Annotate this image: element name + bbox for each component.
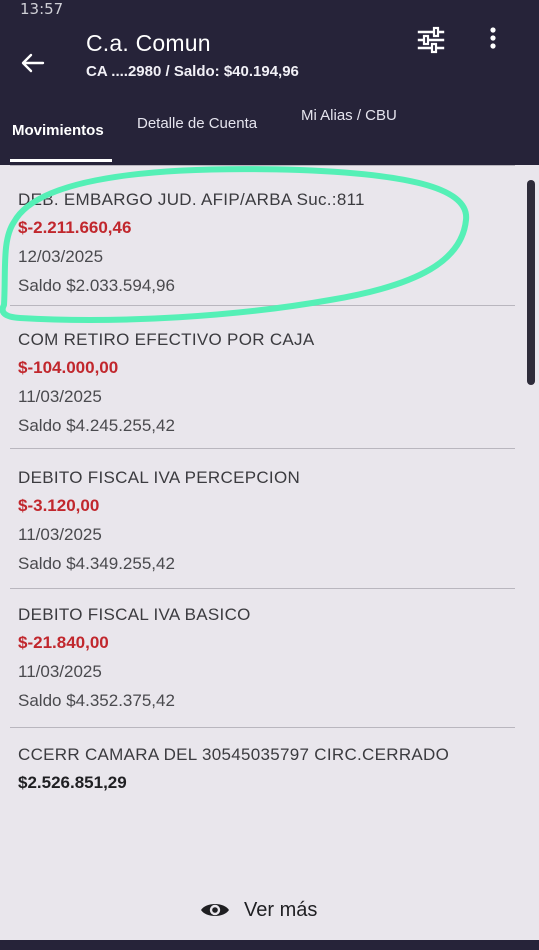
movement-amount: $-2.211.660,46: [18, 218, 132, 237]
movement-saldo: Saldo $4.352.375,42: [18, 691, 175, 710]
scrollbar[interactable]: [527, 180, 535, 385]
tab-mi-alias-cbu[interactable]: Mi Alias / CBU: [301, 107, 397, 124]
app-header: 13:57 C.a. Comun CA ....2980 / Saldo: $4…: [0, 0, 539, 165]
tab-bar: Movimientos Detalle de Cuenta Mi Alias /…: [0, 105, 539, 165]
movements-list[interactable]: DEB. EMBARGO JUD. AFIP/ARBA Suc.:811 $-2…: [0, 165, 539, 950]
bottom-edge: [0, 940, 539, 950]
movement-amount: $2.526.851,29: [18, 773, 127, 792]
movement-description: COM RETIRO EFECTIVO POR CAJA: [18, 330, 315, 349]
app-screen: 13:57 C.a. Comun CA ....2980 / Saldo: $4…: [0, 0, 539, 950]
movement-date: 11/03/2025: [18, 387, 102, 406]
status-time: 13:57: [20, 0, 64, 18]
movement-saldo: Saldo $4.245.255,42: [18, 416, 175, 435]
divider: [10, 165, 515, 166]
more-vertical-icon[interactable]: [483, 26, 503, 50]
movement-amount: $-3.120,00: [18, 496, 100, 515]
account-subtitle: CA ....2980 / Saldo: $40.194,96: [86, 63, 299, 80]
movement-item[interactable]: DEBITO FISCAL IVA BASICO $-21.840,00 11/…: [18, 605, 518, 711]
page-title: C.a. Comun: [86, 30, 211, 56]
divider: [10, 448, 515, 449]
movement-description: CCERR CAMARA DEL 30545035797 CIRC.CERRAD…: [18, 745, 450, 764]
movement-item[interactable]: CCERR CAMARA DEL 30545035797 CIRC.CERRAD…: [18, 745, 518, 793]
movement-description: DEB. EMBARGO JUD. AFIP/ARBA Suc.:811: [18, 190, 365, 209]
tab-detalle-de-cuenta[interactable]: Detalle de Cuenta: [137, 115, 257, 132]
divider: [10, 727, 515, 728]
movement-description: DEBITO FISCAL IVA PERCEPCION: [18, 468, 301, 487]
divider: [10, 305, 515, 306]
movement-item[interactable]: DEB. EMBARGO JUD. AFIP/ARBA Suc.:811 $-2…: [18, 190, 518, 296]
movement-item[interactable]: DEBITO FISCAL IVA PERCEPCION $-3.120,00 …: [18, 468, 518, 574]
movement-item[interactable]: COM RETIRO EFECTIVO POR CAJA $-104.000,0…: [18, 330, 518, 436]
eye-icon: [201, 904, 229, 916]
movement-amount: $-21.840,00: [18, 633, 109, 652]
divider: [10, 588, 515, 589]
movement-saldo: Saldo $2.033.594,96: [18, 276, 175, 295]
tab-movimientos[interactable]: Movimientos: [12, 122, 104, 139]
ver-mas-label: Ver más: [244, 898, 318, 921]
ver-mas-button[interactable]: Ver más: [200, 893, 317, 927]
movement-date: 12/03/2025: [18, 247, 104, 266]
active-tab-indicator: [10, 159, 112, 162]
movement-amount: $-104.000,00: [18, 358, 119, 377]
movement-saldo: Saldo $4.349.255,42: [18, 554, 175, 573]
movement-date: 11/03/2025: [18, 662, 102, 681]
movement-description: DEBITO FISCAL IVA BASICO: [18, 605, 251, 624]
movement-date: 11/03/2025: [18, 525, 102, 544]
arrow-left-icon[interactable]: [18, 48, 48, 78]
sliders-icon[interactable]: [416, 25, 446, 55]
